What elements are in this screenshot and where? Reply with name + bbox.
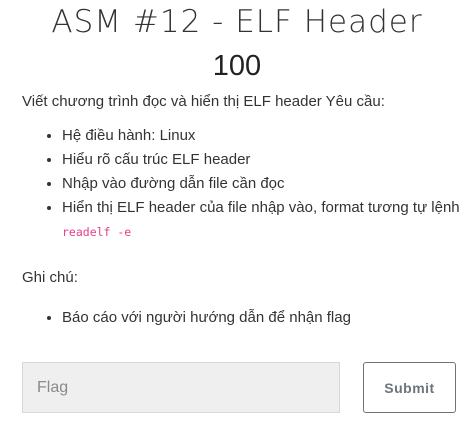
description-intro: Viết chương trình đọc và hiển thị ELF he… (22, 93, 385, 110)
notes-label: Ghi chú: (22, 269, 78, 286)
challenge-notes: Ghi chú: Báo cáo với người hướng dẫn để … (22, 266, 464, 330)
list-item: Hệ điều hành: Linux (62, 124, 464, 148)
list-item: Hiển thị ELF header của file nhập vào, f… (62, 196, 464, 244)
list-item: Báo cáo với người hướng dẫn để nhận flag (62, 306, 464, 330)
challenge-value: 100 (212, 50, 262, 82)
inline-code: readelf -e (62, 225, 132, 239)
list-item: Hiểu rõ cấu trúc ELF header (62, 148, 464, 172)
requirements-list: Hệ điều hành: Linux Hiểu rõ cấu trúc ELF… (22, 124, 464, 244)
challenge-description: Viết chương trình đọc và hiển thị ELF he… (22, 90, 464, 244)
challenge-title: ASM #12 - ELF Header (51, 4, 423, 40)
list-item: Nhập vào đường dẫn file cần đọc (62, 172, 464, 196)
submit-button[interactable]: Submit (363, 362, 456, 413)
requirement-text: Hiển thị ELF header của file nhập vào, f… (62, 199, 460, 216)
notes-list: Báo cáo với người hướng dẫn để nhận flag (22, 306, 464, 330)
flag-input[interactable] (22, 362, 340, 413)
